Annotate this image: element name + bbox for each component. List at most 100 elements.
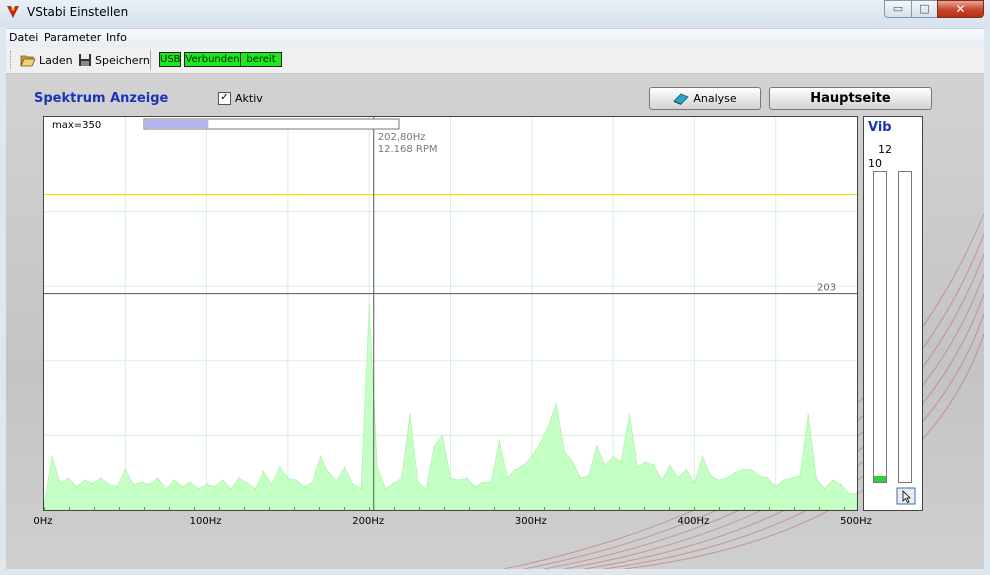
spectrum-point xyxy=(165,488,167,490)
spectrum-point xyxy=(108,483,110,485)
spectrum-point xyxy=(669,464,671,466)
spectrum-point xyxy=(807,413,809,415)
spectrum-point xyxy=(466,477,468,479)
spectrum-point xyxy=(425,488,427,490)
ready-status: bereit xyxy=(240,52,282,67)
save-button[interactable]: Speichern xyxy=(78,51,150,69)
aktiv-label: Aktiv xyxy=(235,92,263,105)
spectrum-point xyxy=(344,466,346,468)
spectrum-point xyxy=(132,483,134,485)
spectrum-point xyxy=(710,475,712,477)
hauptseite-label: Hauptseite xyxy=(810,91,891,106)
spectrum-point xyxy=(262,471,265,473)
spectrum-point xyxy=(449,477,452,479)
max-label: max=350 xyxy=(52,120,101,131)
spectrum-point xyxy=(189,481,191,483)
minimize-icon: ▭ xyxy=(892,2,904,15)
spectrum-point xyxy=(59,482,61,484)
spectrum-point xyxy=(750,468,752,471)
spectrum-point xyxy=(514,468,517,471)
spectrum-point xyxy=(539,443,541,445)
spectrum-point xyxy=(596,445,598,447)
spectrum-point xyxy=(547,426,549,428)
toolbar-grip[interactable] xyxy=(10,51,14,69)
spectrum-point xyxy=(742,468,744,471)
close-icon: ✕ xyxy=(955,2,966,16)
spectrum-point xyxy=(124,468,126,471)
spectrum-point xyxy=(238,477,240,479)
spectrum-point xyxy=(612,456,614,458)
spectrum-point xyxy=(295,479,297,481)
spectrum-point xyxy=(482,481,484,483)
spectrum-point xyxy=(767,477,769,479)
aktiv-checkbox-group[interactable]: ✓ Aktiv xyxy=(218,92,263,105)
main-panel: Spektrum Anzeige ✓ Aktiv Analyse Hauptse… xyxy=(6,74,984,569)
spectrum-point xyxy=(311,481,313,483)
menu-bar: Datei Parameter Info xyxy=(6,28,984,47)
usb-status: USB xyxy=(159,52,181,67)
spectrum-point xyxy=(336,479,338,481)
spectrum-point xyxy=(441,434,443,436)
toolbar: Laden Speichern USB Verbunden bereit xyxy=(6,47,984,74)
spectrum-point xyxy=(815,477,817,479)
spectrum-point xyxy=(701,456,704,458)
spectrum-point xyxy=(157,477,159,479)
spectrum-point xyxy=(214,486,216,488)
vib-bar-a xyxy=(873,171,887,483)
maximize-button[interactable]: □ xyxy=(911,0,938,18)
spectrum-point xyxy=(173,479,175,481)
aktiv-checkbox[interactable]: ✓ xyxy=(218,92,231,105)
spectrum-point xyxy=(498,440,500,442)
spectrum-point xyxy=(490,481,492,483)
menu-parameter[interactable]: Parameter xyxy=(44,31,101,44)
spectrum-point xyxy=(352,483,354,485)
floppy-disk-icon xyxy=(79,54,91,66)
spectrum-point xyxy=(474,486,476,488)
spectrum-point xyxy=(279,466,281,468)
spectrum-chart[interactable]: 203 max=350 202,80Hz 12.168 RPM xyxy=(43,116,858,511)
spectrum-point xyxy=(287,477,289,479)
max-range-fill xyxy=(145,120,209,128)
spectrum-point xyxy=(393,482,395,484)
spectrum-point xyxy=(677,477,679,479)
spectrum-point xyxy=(604,464,606,466)
spectrum-point xyxy=(376,466,378,468)
spectrum-point xyxy=(588,475,590,477)
cursor-icon[interactable] xyxy=(896,487,916,505)
x-tick-label: 0Hz xyxy=(33,516,53,527)
spectrum-point xyxy=(246,482,248,484)
spectrum-point xyxy=(734,472,736,474)
analyse-label: Analyse xyxy=(693,92,737,105)
spectrum-point xyxy=(319,456,321,458)
spectrum-point xyxy=(840,483,842,485)
spectrum-point xyxy=(206,483,208,485)
minimize-button[interactable]: ▭ xyxy=(884,0,912,18)
spectrum-title: Spektrum Anzeige xyxy=(34,91,169,106)
spectrum-point xyxy=(384,488,387,490)
book-icon xyxy=(673,93,690,105)
spectrum-point xyxy=(271,483,273,485)
menu-datei[interactable]: Datei xyxy=(9,31,38,44)
spectrum-point xyxy=(555,402,557,404)
cursor-rpm: 12.168 RPM xyxy=(378,144,438,155)
save-label: Speichern xyxy=(95,53,150,67)
spectrum-point xyxy=(832,479,834,481)
x-tick-label: 200Hz xyxy=(352,516,385,527)
menu-info[interactable]: Info xyxy=(106,31,127,44)
spectrum-point xyxy=(531,456,533,458)
load-button[interactable]: Laden xyxy=(20,51,73,69)
close-button[interactable]: ✕ xyxy=(937,0,984,18)
spectrum-point xyxy=(685,468,687,471)
spectrum-point xyxy=(181,486,183,488)
spectrum-point xyxy=(67,477,69,479)
spectrum-point xyxy=(100,477,102,479)
hauptseite-button[interactable]: Hauptseite xyxy=(769,87,932,110)
spectrum-point xyxy=(571,461,574,463)
spectrum-point xyxy=(254,488,256,490)
vstabi-logo-icon xyxy=(7,6,19,18)
vib-bar-a-fill xyxy=(874,475,886,482)
analyse-button[interactable]: Analyse xyxy=(649,87,761,110)
x-tick-label: 500Hz xyxy=(840,516,872,527)
spectrum-point xyxy=(693,482,696,484)
x-tick-label: 300Hz xyxy=(514,516,547,527)
